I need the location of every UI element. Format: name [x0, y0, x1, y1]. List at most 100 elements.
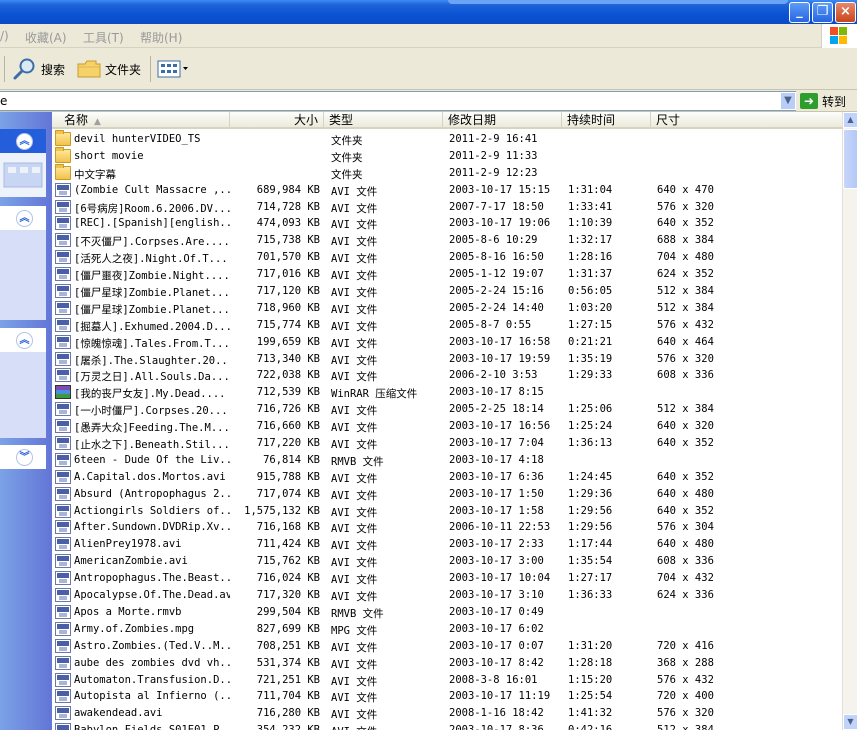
media-file-icon — [55, 621, 71, 636]
file-dimensions: 640 x 352 — [657, 470, 714, 483]
menu-item-help[interactable]: 帮助(H) — [140, 29, 182, 46]
collapse-chevron-icon[interactable]: ︽ — [16, 332, 33, 349]
file-row[interactable]: [愚弄大众]Feeding.The.M... 716,660 KB AVI 文件 20… — [52, 418, 842, 435]
column-header-type[interactable]: 类型 — [324, 112, 443, 129]
file-row[interactable]: Actiongirls Soldiers of... 1,575,132 KB AV… — [52, 503, 842, 520]
column-header-duration[interactable]: 持续时间 — [562, 112, 651, 129]
file-date: 2003-10-17 8:15 — [449, 386, 544, 399]
media-file-icon — [55, 503, 71, 518]
file-row[interactable]: [止水之下].Beneath.Stil... 717,220 KB AVI 文件 20… — [52, 435, 842, 452]
minimize-button[interactable]: _ — [789, 2, 810, 23]
address-dropdown-button[interactable]: ▼ — [780, 92, 796, 110]
file-row[interactable]: Babylon.Fields.S01E01.P...354,232 KB AVI … — [52, 722, 842, 730]
file-row[interactable]: A.Capital.dos.Mortos.avi 915,788 KB AVI 文件… — [52, 469, 842, 486]
file-row[interactable]: [惊魄惊魂].Tales.From.T... 199,659 KB AVI 文件 20… — [52, 334, 842, 351]
column-header-name[interactable]: 名称 ▲ — [52, 112, 230, 129]
media-file-icon — [55, 706, 71, 721]
file-dimensions: 608 x 336 — [657, 369, 714, 382]
maximize-button[interactable]: ❐ — [812, 2, 833, 23]
media-file-icon — [55, 689, 71, 704]
file-duration: 1:29:33 — [568, 369, 613, 382]
scroll-up-button[interactable]: ▲ — [843, 112, 857, 128]
go-button[interactable]: ➜ 转到 — [800, 92, 846, 110]
file-row[interactable]: [僵尸噩夜]Zombie.Night.... 717,016 KB AVI 文件 20… — [52, 266, 842, 283]
file-row[interactable]: Automaton.Transfusion.D... 721,251 KB AVI … — [52, 672, 842, 689]
file-row[interactable]: AmericanZombie.avi 715,762 KB AVI 文件 2003-1… — [52, 553, 842, 570]
column-header-dimensions[interactable]: 尺寸 — [651, 112, 842, 129]
file-row[interactable]: awakendead.avi 716,280 KB AVI 文件 2008-1-16 … — [52, 705, 842, 722]
file-row[interactable]: AlienPrey1978.avi 711,424 KB AVI 文件 2003-10… — [52, 536, 842, 553]
task-panel-header-3[interactable]: ︽ — [0, 328, 46, 352]
task-panel-header-4[interactable]: ︾ — [0, 445, 46, 469]
file-row[interactable]: Autopista al Infierno (... 711,704 KB AVI … — [52, 688, 842, 705]
search-button[interactable]: 搜索 — [12, 56, 65, 82]
file-row[interactable]: [掘墓人].Exhumed.2004.D... 715,774 KB AVI 文件 2… — [52, 317, 842, 334]
menu-item-favorites[interactable]: 收藏(A) — [25, 29, 67, 46]
file-name: short movie — [74, 149, 144, 162]
folder-icon — [55, 163, 71, 180]
file-duration: 1:35:19 — [568, 352, 613, 365]
task-panel-header-1[interactable]: ︽ — [0, 129, 46, 153]
file-row[interactable]: [REC].[Spanish][english... 474,093 KB AVI … — [52, 215, 842, 232]
expand-chevron-icon[interactable]: ︾ — [16, 449, 33, 466]
file-row[interactable]: [屠杀].The.Slaughter.20... 713,340 KB AVI 文件… — [52, 351, 842, 368]
file-row[interactable]: Apos a Morte.rmvb 299,504 KB RMVB 文件 2003-1… — [52, 604, 842, 621]
file-duration: 1:25:54 — [568, 690, 613, 703]
file-row[interactable]: [不灭僵尸].Corpses.Are.... 715,738 KB AVI 文件 20… — [52, 232, 842, 249]
menu-item-tools[interactable]: 工具(T) — [83, 29, 124, 46]
file-date: 2005-8-7 0:55 — [449, 318, 532, 331]
media-file-icon — [55, 216, 71, 231]
collapse-chevron-icon[interactable]: ︽ — [16, 210, 33, 227]
file-duration: 0:56:05 — [568, 285, 613, 298]
close-button[interactable]: × — [835, 2, 856, 23]
column-header-date[interactable]: 修改日期 — [443, 112, 562, 129]
file-name: A.Capital.dos.Mortos.avi — [74, 470, 226, 483]
file-row[interactable]: [6号病房]Room.6.2006.DV... 714,728 KB AVI 文件 2… — [52, 199, 842, 216]
scrollbar-thumb[interactable] — [843, 129, 857, 189]
file-date: 2011-2-9 11:33 — [449, 149, 538, 162]
file-row[interactable]: devil hunterVIDEO_TS 文件夹 2011-2-9 16:41 — [52, 130, 842, 148]
file-dimensions: 512 x 384 — [657, 301, 714, 314]
file-row[interactable]: Absurd (Antropophagus 2... 717,074 KB AVI … — [52, 486, 842, 503]
file-date: 2003-10-17 7:04 — [449, 437, 544, 450]
file-type: AVI 文件 — [331, 422, 378, 435]
media-file-icon — [55, 351, 71, 366]
file-row[interactable]: After.Sundown.DVDRip.Xv... 716,168 KB AVI … — [52, 519, 842, 536]
file-row[interactable]: Antropophagus.The.Beast... 716,024 KB AVI … — [52, 570, 842, 587]
scroll-down-icon: ▼ — [847, 717, 854, 726]
file-row[interactable]: Army.of.Zombies.mpg 827,699 KB MPG 文件 2003-… — [52, 621, 842, 638]
scroll-down-button[interactable]: ▼ — [843, 714, 857, 730]
file-size: 712,539 KB — [256, 386, 320, 399]
views-button[interactable] — [156, 56, 190, 82]
file-row[interactable]: 中文字幕 文件夹 2011-2-9 12:23 — [52, 163, 842, 182]
file-row[interactable]: short movie 文件夹 2011-2-9 11:33 — [52, 146, 842, 165]
file-row[interactable]: [僵尸星球]Zombie.Planet... 717,120 KB AVI 文件 20… — [52, 283, 842, 300]
file-row[interactable]: [僵尸星球]Zombie.Planet... 718,960 KB AVI 文件 20… — [52, 300, 842, 317]
vertical-scrollbar[interactable]: ▲ ▼ — [842, 112, 857, 730]
address-input[interactable]: e — [0, 91, 796, 111]
file-row[interactable]: 6teen - Dude Of the Liv... 76,814 KB RMVB … — [52, 452, 842, 469]
file-row[interactable]: [活死人之夜].Night.Of.T... 701,570 KB AVI 文件 200… — [52, 249, 842, 266]
file-row[interactable]: [我的丧尸女友].My.Dead.... 712,539 KB WinRAR 压缩文… — [52, 384, 842, 401]
column-header-size[interactable]: 大小 — [230, 112, 324, 129]
file-dimensions: 640 x 320 — [657, 420, 714, 433]
file-duration: 1:36:33 — [568, 589, 613, 602]
task-panel-1 — [0, 153, 46, 197]
file-row[interactable]: (Zombie Cult Massacre ,... 689,984 KB AVI … — [52, 182, 842, 199]
folders-button[interactable]: 文件夹 — [76, 56, 141, 82]
file-row[interactable]: [万灵之日].All.Souls.Da... 722,038 KB AVI 文件 20… — [52, 367, 842, 384]
task-panel-header-2[interactable]: ︽ — [0, 206, 46, 230]
file-name: [僵尸星球]Zombie.Planet... — [74, 287, 230, 300]
file-duration: 1:10:39 — [568, 217, 613, 230]
file-row[interactable]: Astro.Zombies.(Ted.V..M... 708,251 KB AVI … — [52, 638, 842, 655]
media-file-icon — [55, 300, 71, 315]
file-date: 2003-10-17 2:33 — [449, 538, 544, 551]
collapse-chevron-icon[interactable]: ︽ — [16, 133, 33, 150]
file-row[interactable]: Apocalypse.Of.The.Dead.avi 717,320 KB AVI … — [52, 587, 842, 604]
file-row[interactable]: aube des zombies dvd vh... 531,374 KB AVI … — [52, 655, 842, 672]
file-row[interactable]: [一小时僵尸].Corpses.20... 716,726 KB AVI 文件 200… — [52, 401, 842, 418]
file-size: 1,575,132 KB — [244, 504, 320, 517]
file-date: 2005-8-16 16:50 — [449, 251, 544, 264]
file-type: MPG 文件 — [331, 624, 378, 637]
menu-item-view-partial[interactable]: /) — [0, 29, 9, 43]
